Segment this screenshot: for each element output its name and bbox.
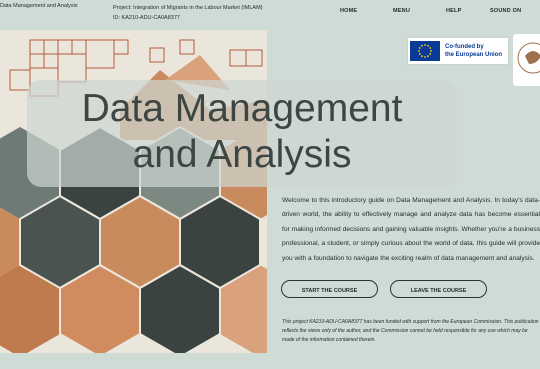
- page-title-line2: and Analysis: [132, 133, 352, 176]
- nav-menu[interactable]: MENU: [393, 8, 410, 14]
- eu-cofunded-logo: Co-funded by the European Union: [407, 37, 509, 65]
- eu-logo-line1: Co-funded by: [445, 44, 484, 50]
- hero-image: [0, 30, 267, 353]
- nav-home[interactable]: HOME: [340, 8, 357, 14]
- intro-text: Welcome to this introductory guide on Da…: [282, 197, 540, 262]
- project-id: ID: KA210-ADU-CA0A8377: [113, 15, 180, 21]
- page-title-line1: Data Management: [81, 87, 403, 130]
- nav-help[interactable]: HELP: [446, 8, 461, 14]
- eu-logo-text: Co-funded by the European Union: [445, 43, 502, 59]
- eu-logo-line2: the European Union: [445, 52, 502, 58]
- leave-course-button[interactable]: LEAVE THE COURSE: [390, 280, 487, 298]
- partner-logo: [513, 34, 540, 86]
- project-name: Project: Integration of Migrants in the …: [113, 5, 263, 11]
- course-title: Data Management and Analysis: [0, 3, 78, 9]
- funding-disclaimer: This project KA210-ADU-CA0A8377 has been…: [282, 319, 539, 343]
- nav-sound-toggle[interactable]: SOUND ON: [490, 8, 521, 14]
- project-info: Project: Integration of Migrants in the …: [113, 3, 262, 23]
- page-title: Data Management and Analysis: [27, 86, 457, 178]
- start-course-button[interactable]: START THE COURSE: [281, 280, 378, 298]
- eu-flag-icon: [410, 41, 440, 61]
- top-bar: Data Management and Analysis Project: In…: [0, 0, 540, 24]
